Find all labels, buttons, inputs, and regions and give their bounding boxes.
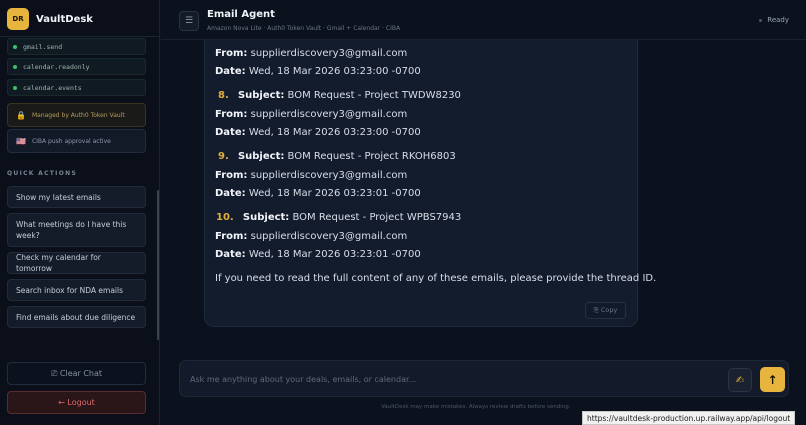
message-closing: If you need to read the full content of … xyxy=(215,273,657,284)
clear-chat-button[interactable]: ⎚ Clear Chat xyxy=(7,362,146,385)
flag-icon: 🇺🇸 xyxy=(16,136,26,146)
scope-label: gmail.send xyxy=(23,42,63,51)
from-label: From: xyxy=(215,109,248,120)
status-label: Ready xyxy=(767,16,789,24)
quick-action-due-diligence[interactable]: Find emails about due diligence xyxy=(7,306,146,328)
scope-badge-calendar-readonly: calendar.readonly xyxy=(7,58,146,75)
email-from: supplierdiscovery3@gmail.com xyxy=(250,231,408,242)
email-subject-line: 9. Subject: BOM Request - Project RKOH68… xyxy=(218,151,456,162)
chat-header: ☰ Email Agent Amazon Nova Lite · Auth0 T… xyxy=(161,0,806,40)
send-button[interactable]: ↑ xyxy=(760,367,785,392)
from-label: From: xyxy=(215,48,248,59)
disclaimer: VaultDesk may make mistakes. Always revi… xyxy=(381,404,571,410)
subject-label: Subject: xyxy=(237,90,285,101)
email-subject-line: 10. Subject: BOM Request - Project WPBS7… xyxy=(216,212,461,223)
sidebar: DR VaultDesk gmail.send calendar.readonl… xyxy=(0,0,160,425)
email-date: Wed, 18 Mar 2026 03:23:01 -0700 xyxy=(248,249,421,260)
scope-badge-gmail-send: gmail.send xyxy=(7,38,146,55)
lock-icon: 🔒 xyxy=(16,110,26,120)
email-number: 9. xyxy=(218,151,229,162)
sidebar-scrollbar[interactable] xyxy=(157,190,159,340)
scope-label: calendar.events xyxy=(23,83,82,92)
subject-label: Subject: xyxy=(237,151,285,162)
brand: DR VaultDesk xyxy=(7,7,93,31)
page-title: Email Agent xyxy=(207,9,275,20)
date-label: Date: xyxy=(215,249,246,260)
email-from-line: From: supplierdiscovery3@gmail.com xyxy=(215,109,407,120)
email-number: 8. xyxy=(218,90,229,101)
ciba-label: CIBA push approval active xyxy=(31,137,111,145)
status-dot-icon xyxy=(13,44,17,49)
status-dot-icon xyxy=(759,18,763,22)
divider xyxy=(0,36,159,37)
email-from-line: From: supplierdiscovery3@gmail.com xyxy=(215,170,407,181)
email-subject: BOM Request - Project TWDW8230 xyxy=(287,90,461,101)
scope-label: calendar.readonly xyxy=(23,62,90,71)
from-label: From: xyxy=(215,170,248,181)
status-indicator: Ready xyxy=(759,16,789,24)
quick-action-latest-emails[interactable]: Show my latest emails xyxy=(7,186,146,208)
writing-hand-icon[interactable]: ✍ xyxy=(728,368,752,392)
brand-logo: DR xyxy=(7,8,29,30)
chat-input[interactable] xyxy=(190,369,710,389)
date-label: Date: xyxy=(215,188,246,199)
logout-button[interactable]: ← Logout xyxy=(7,391,146,414)
status-dot-icon xyxy=(13,64,17,69)
email-date-line: Date: Wed, 18 Mar 2026 03:23:00 -0700 xyxy=(215,66,421,77)
email-date: Wed, 18 Mar 2026 03:23:00 -0700 xyxy=(248,127,421,138)
quick-action-meetings-week[interactable]: What meetings do I have this week? xyxy=(7,213,146,247)
email-date: Wed, 18 Mar 2026 03:23:01 -0700 xyxy=(248,188,421,199)
date-label: Date: xyxy=(215,127,246,138)
ciba-info: 🇺🇸 CIBA push approval active xyxy=(7,129,146,153)
quick-action-nda-emails[interactable]: Search inbox for NDA emails xyxy=(7,279,146,301)
status-url-tooltip: https://vaultdesk-production.up.railway.… xyxy=(582,411,796,425)
email-number: 10. xyxy=(216,212,234,223)
subject-label: Subject: xyxy=(242,212,290,223)
composer: ✍ ↑ xyxy=(179,360,789,397)
token-vault-label: Managed by Auth0 Token Vault xyxy=(31,111,125,119)
scope-badge-calendar-events: calendar.events xyxy=(7,79,146,96)
email-date-line: Date: Wed, 18 Mar 2026 03:23:01 -0700 xyxy=(215,188,421,199)
email-from: supplierdiscovery3@gmail.com xyxy=(250,48,408,59)
email-from-line: From: supplierdiscovery3@gmail.com xyxy=(215,231,407,242)
email-from: supplierdiscovery3@gmail.com xyxy=(250,109,408,120)
date-label: Date: xyxy=(215,66,246,77)
email-subject: BOM Request - Project WPBS7943 xyxy=(292,212,462,223)
email-date: Wed, 18 Mar 2026 03:23:00 -0700 xyxy=(248,66,421,77)
status-dot-icon xyxy=(13,85,17,90)
page-subtitle: Amazon Nova Lite · Auth0 Token Vault · G… xyxy=(207,25,401,32)
email-subject-line: 8. Subject: BOM Request - Project TWDW82… xyxy=(218,90,461,101)
from-label: From: xyxy=(215,231,248,242)
email-from-line: From: supplierdiscovery3@gmail.com xyxy=(215,48,407,59)
token-vault-info: 🔒 Managed by Auth0 Token Vault xyxy=(7,103,146,127)
email-date-line: Date: Wed, 18 Mar 2026 03:23:01 -0700 xyxy=(215,249,421,260)
email-subject: BOM Request - Project RKOH6803 xyxy=(287,151,456,162)
brand-name: VaultDesk xyxy=(36,13,93,25)
menu-icon[interactable]: ☰ xyxy=(179,11,199,31)
copy-button[interactable]: ⎘ Copy xyxy=(585,302,626,319)
quick-action-calendar-tomorrow[interactable]: Check my calendar for tomorrow xyxy=(7,252,146,274)
quick-actions-heading: QUICK ACTIONS xyxy=(7,170,78,177)
email-from: supplierdiscovery3@gmail.com xyxy=(250,170,408,181)
email-date-line: Date: Wed, 18 Mar 2026 03:23:00 -0700 xyxy=(215,127,421,138)
